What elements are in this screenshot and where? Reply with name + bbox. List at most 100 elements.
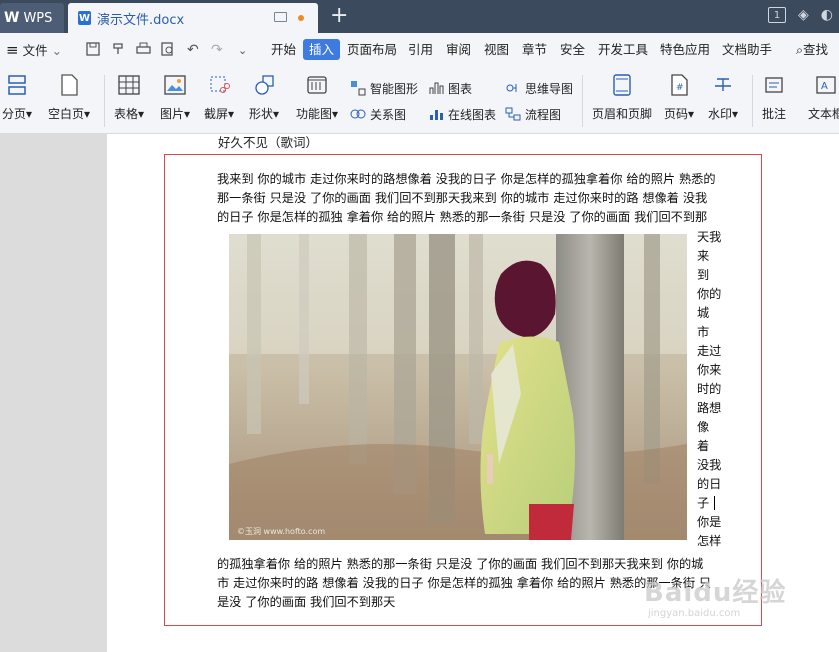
- online-chart-button[interactable]: 在线图表: [428, 105, 496, 123]
- wrapped-text-fragment: 的日: [697, 477, 722, 491]
- menu-insert-label: 插入: [303, 39, 341, 60]
- search-label: 查找: [803, 42, 829, 57]
- menu-security[interactable]: 安全: [560, 33, 585, 67]
- paragraph-line: 是没 了你的画面 我们回不到那天: [217, 595, 396, 609]
- smart-shape-icon: [350, 80, 366, 96]
- relation-chart-icon: [350, 106, 366, 122]
- smart-shape-label: 智能图形: [370, 81, 419, 96]
- wrapped-text-fragment: 怎样: [697, 534, 722, 548]
- flowchart-button[interactable]: 流程图: [505, 105, 561, 123]
- online-chart-label: 在线图表: [448, 107, 497, 122]
- paragraph-line: 的孤独拿着你 给的照片 熟悉的那一条街 只是没 了你的画面 我们回不到那天我来到…: [217, 557, 704, 571]
- word-doc-icon: W: [78, 11, 91, 25]
- smart-shape-button[interactable]: 智能图形: [350, 79, 418, 97]
- menu-start[interactable]: 开始: [271, 33, 296, 67]
- comment-icon: [762, 73, 786, 97]
- blank-page-icon: [57, 73, 81, 97]
- textbox-button[interactable]: A 文本框: [808, 73, 839, 122]
- svg-text:#: #: [676, 83, 684, 93]
- monitor-icon[interactable]: [274, 12, 287, 22]
- customize-chevron-icon[interactable]: ⌄: [238, 44, 247, 57]
- mind-map-button[interactable]: 思维导图: [505, 79, 573, 97]
- menu-bar: ≡ 文件 ⌄ ↶ ↷ ⌄ 开始 插入 页面布局 引用 审阅 视图 章节 安全 开…: [0, 33, 839, 68]
- redo-icon[interactable]: ↷: [211, 42, 223, 58]
- menu-section[interactable]: 章节: [522, 33, 547, 67]
- mind-map-icon: [505, 80, 521, 96]
- document-tab-label: 演示文件.docx: [97, 12, 185, 28]
- svg-text:A: A: [821, 81, 828, 92]
- file-menu[interactable]: ≡ 文件 ⌄: [6, 33, 62, 67]
- search-icon: ⌕: [796, 42, 804, 57]
- screenshot-label: 截屏: [204, 107, 229, 121]
- new-tab-button[interactable]: +: [330, 4, 348, 28]
- wps-home-tab[interactable]: W WPS: [0, 3, 64, 33]
- blank-page-button[interactable]: 空白页▾: [48, 73, 90, 122]
- document-heading: 好久不见（歌词）: [218, 135, 319, 150]
- header-footer-label: 页眉和页脚: [592, 107, 653, 121]
- screenshot-button[interactable]: 截屏▾: [204, 73, 234, 122]
- wrapped-text-fragment: 路想: [697, 401, 722, 415]
- comment-label: 批注: [762, 107, 787, 121]
- unsaved-dot-icon: [298, 15, 304, 21]
- page-number-button[interactable]: # 页码▾: [664, 73, 694, 122]
- relation-chart-button[interactable]: 关系图: [350, 105, 406, 123]
- wrapped-text-fragment: 时的: [697, 382, 722, 396]
- undo-icon[interactable]: ↶: [187, 42, 199, 58]
- watermark-button[interactable]: 水印▾: [708, 73, 738, 122]
- format-painter-icon[interactable]: [111, 42, 125, 60]
- watermark-label: 水印: [708, 107, 733, 121]
- header-footer-icon: [610, 73, 634, 97]
- chart-button[interactable]: 图表: [428, 79, 472, 97]
- page-break-button[interactable]: 分页▾: [2, 73, 32, 122]
- menu-developer[interactable]: 开发工具: [598, 33, 648, 67]
- function-chart-icon: [305, 73, 329, 97]
- menu-features[interactable]: 特色应用: [660, 33, 710, 67]
- menu-review[interactable]: 审阅: [446, 33, 471, 67]
- picture-icon: [163, 73, 187, 97]
- watermark-icon: [711, 73, 735, 97]
- chart-label: 图表: [448, 81, 473, 96]
- comment-button[interactable]: 批注: [762, 73, 786, 122]
- menu-view[interactable]: 视图: [484, 33, 509, 67]
- menu-doc-assistant[interactable]: 文档助手: [722, 33, 772, 67]
- inserted-photo[interactable]: ©玉洞 www.hofto.com: [229, 234, 687, 540]
- title-bar-right: 1 ◈ ◐: [768, 7, 839, 23]
- shape-button[interactable]: 形状▾: [249, 73, 279, 122]
- save-icon[interactable]: [86, 42, 100, 60]
- textbox-label: 文本框: [808, 107, 839, 121]
- menu-page-layout[interactable]: 页面布局: [347, 33, 397, 67]
- paragraph-line: 那一条街 只是没 了你的画面 我们回不到那天我来到 你的城市 走过你来时的路 想…: [217, 191, 708, 205]
- table-label: 表格: [114, 107, 139, 121]
- page-number-icon: #: [667, 73, 691, 97]
- wrapped-text-fragment: 你的: [697, 287, 722, 301]
- menu-insert[interactable]: 插入: [303, 33, 341, 67]
- ribbon-separator: [582, 75, 583, 127]
- wrapped-text-fragment: 天我: [697, 230, 722, 244]
- print-icon[interactable]: [136, 42, 151, 60]
- page-break-icon: [5, 73, 29, 97]
- wrapped-text-column: 天我 来 到 你的 城 市 走过 你来 时的 路想 像 着 没我 的日 子 你是…: [697, 228, 727, 551]
- function-chart-label: 功能图: [296, 107, 333, 121]
- wrapped-text-fragment: 走过: [697, 344, 722, 358]
- online-chart-icon: [428, 106, 444, 122]
- wrapped-text-fragment: 你来: [697, 363, 722, 377]
- text-cursor: [714, 496, 715, 510]
- function-chart-button[interactable]: 功能图▾: [296, 73, 338, 122]
- picture-button[interactable]: 图片▾: [160, 73, 190, 122]
- header-footer-button[interactable]: 页眉和页脚: [592, 73, 652, 122]
- wrapped-text-fragment: 来: [697, 249, 710, 263]
- user-icon[interactable]: ◐: [821, 7, 833, 23]
- page-break-label: 分页: [2, 107, 27, 121]
- skin-icon[interactable]: ◈: [798, 7, 809, 23]
- document-tab[interactable]: W 演示文件.docx: [68, 3, 318, 33]
- hamburger-icon: ≡: [6, 41, 19, 59]
- menu-references[interactable]: 引用: [408, 33, 433, 67]
- search-button[interactable]: ⌕查找: [796, 33, 828, 67]
- table-button[interactable]: 表格▾: [114, 73, 144, 122]
- table-icon: [117, 73, 141, 97]
- print-preview-icon[interactable]: [161, 42, 175, 60]
- window-count-badge[interactable]: 1: [768, 7, 786, 23]
- file-menu-label: 文件: [22, 43, 48, 58]
- paragraph-line: 的日子 你是怎样的孤独 拿着你 给的照片 熟悉的那一条街 只是没 了你的画面 我…: [217, 210, 708, 224]
- scissors-icon: [207, 73, 231, 97]
